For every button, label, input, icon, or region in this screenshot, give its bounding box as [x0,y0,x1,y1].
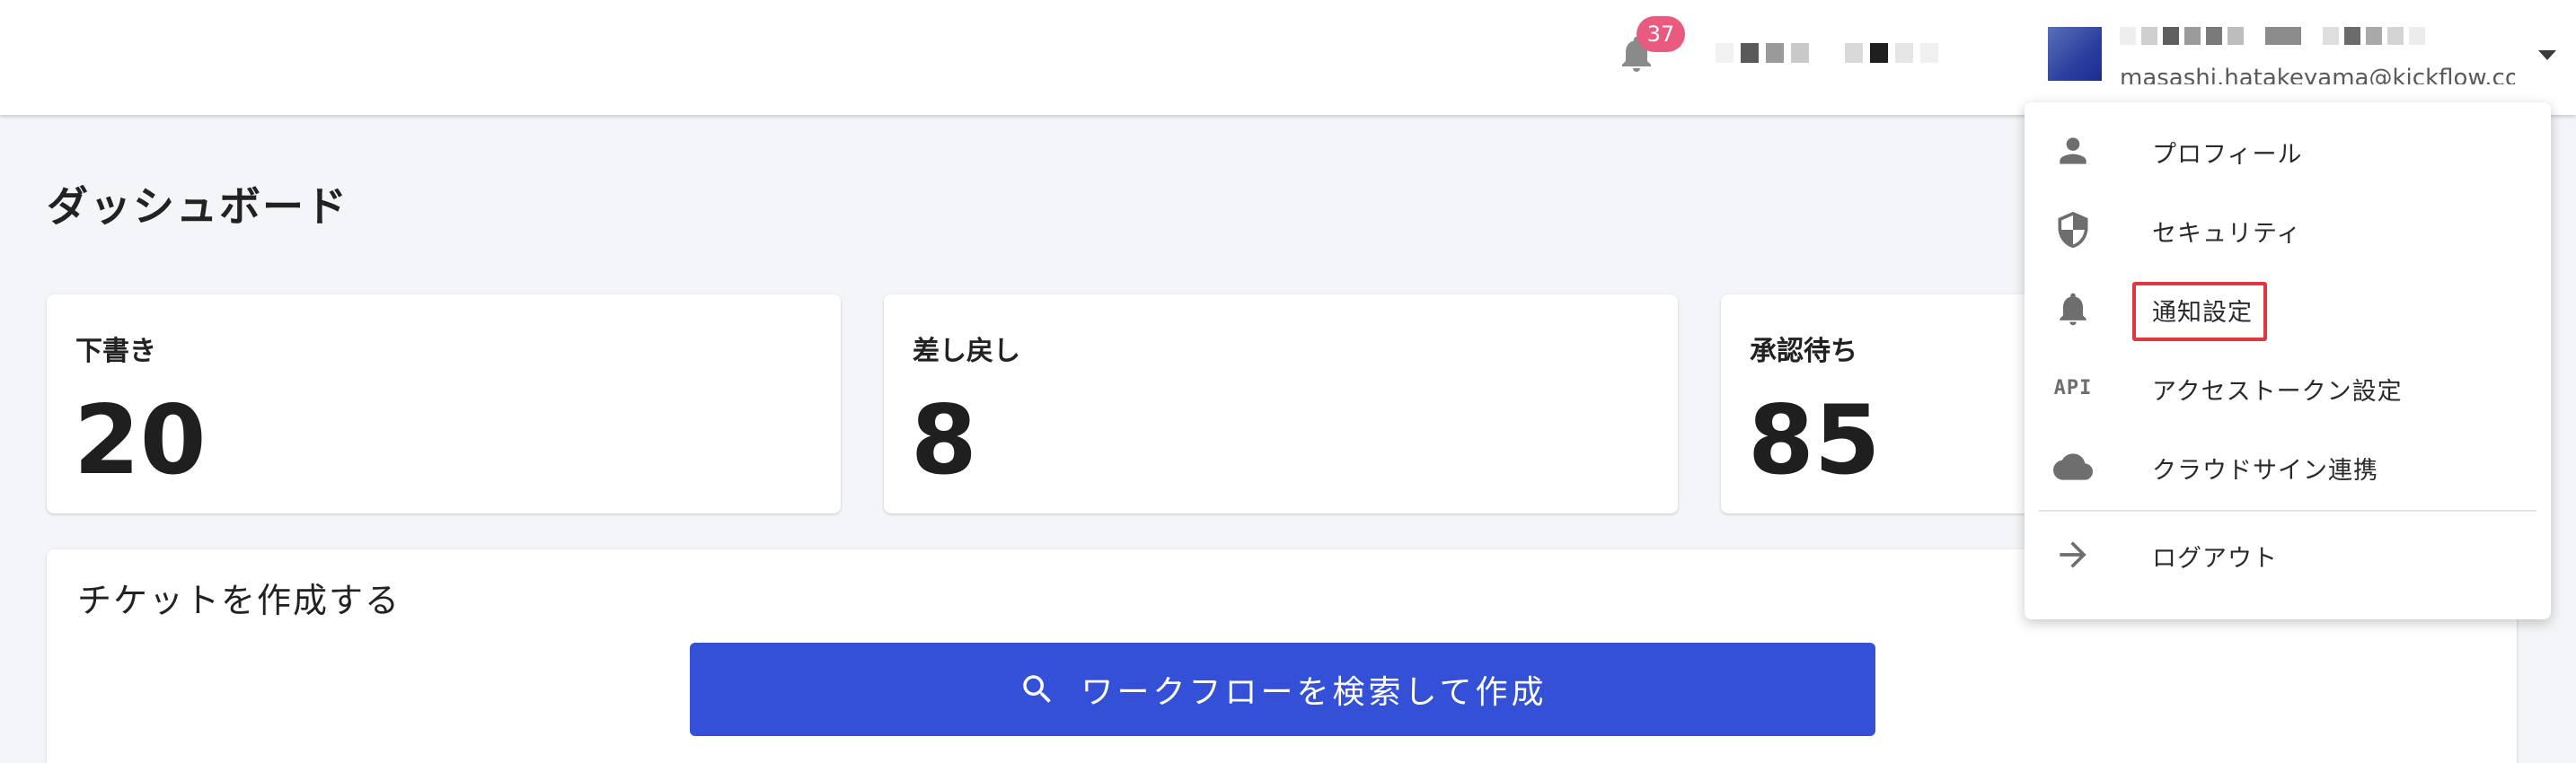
app-header: 37 masashi.hatakeyama@kickflow.com [0,0,2576,115]
page-title: ダッシュボード [47,182,348,231]
search-workflow-button-label: ワークフローを検索して作成 [1081,674,1548,711]
user-email: masashi.hatakeyama@kickflow.com [2120,65,2515,84]
card-label: 差し戻し [913,336,1020,367]
card-count: 8 [911,385,977,496]
search-icon [1022,675,1051,703]
organization-name-redacted [1716,43,1938,63]
menu-item-label: アクセストークン設定 [2152,378,2403,406]
summary-card-returned[interactable]: 差し戻し 8 [884,294,1678,513]
create-ticket-title: チケットを作成する [77,581,401,620]
notification-count-badge: 37 [1636,16,1685,52]
menu-item-label: セキュリティ [2152,220,2302,248]
card-label: 承認待ち [1750,336,1857,367]
user-menu: プロフィール セキュリティ 通知設定 API アクセストークン設定 クラウドサイ… [2025,102,2551,619]
card-count: 20 [74,385,207,496]
user-name-redacted [2120,27,2425,45]
menu-item-logout[interactable]: ログアウト [2025,515,2551,594]
menu-item-label: クラウドサイン連携 [2152,457,2378,485]
api-icon: API [2053,376,2093,399]
summary-card-drafts[interactable]: 下書き 20 [47,294,841,513]
menu-item-label: 通知設定 [2152,299,2253,327]
menu-item-cloudsign-integration[interactable]: クラウドサイン連携 [2025,427,2551,506]
person-icon [2060,137,2086,164]
caret-down-icon[interactable] [2538,50,2556,60]
cloud-icon [2053,453,2093,480]
arrow-right-icon [2060,541,2086,568]
menu-item-notification-settings[interactable]: 通知設定 [2025,269,2551,348]
menu-divider [2039,510,2536,512]
avatar[interactable] [2048,27,2102,81]
menu-item-access-token-settings[interactable]: API アクセストークン設定 [2025,348,2551,427]
menu-item-security[interactable]: セキュリティ [2025,190,2551,269]
search-workflow-button[interactable]: ワークフローを検索して作成 [690,643,1875,736]
card-count: 85 [1748,385,1881,496]
card-label: 下書き [75,336,156,367]
menu-item-profile[interactable]: プロフィール [2025,111,2551,190]
bell-icon [2060,293,2086,326]
menu-item-label: ログアウト [2152,545,2278,573]
shield-icon [2058,211,2088,249]
menu-item-label: プロフィール [2152,141,2303,169]
